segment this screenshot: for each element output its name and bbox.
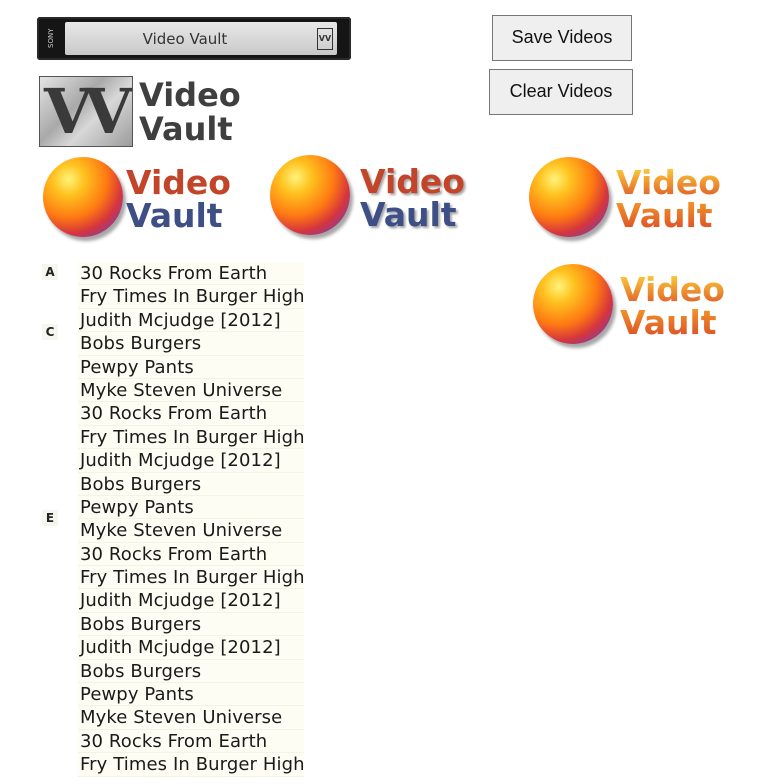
video-list-item[interactable]: Bobs Burgers (78, 472, 304, 496)
sphere-logo-3-word-vault: Vault (616, 196, 713, 235)
video-list-item[interactable]: Pewpy Pants (78, 495, 304, 520)
video-list-item[interactable]: 30 Rocks From Earth (78, 542, 304, 567)
video-list-item[interactable]: Bobs Burgers (78, 332, 304, 356)
sphere-logo-1-word-vault: Vault (126, 196, 223, 235)
sphere-logo-icon (529, 157, 609, 237)
vv-logo-word-video: Video (139, 76, 241, 114)
sphere-logo-3-word-video: Video (616, 163, 721, 202)
index-letter-c[interactable]: C (42, 324, 58, 340)
index-letter-e[interactable]: E (42, 510, 58, 526)
video-list-item[interactable]: Fry Times In Burger High (78, 566, 305, 590)
sphere-logo-4-word-vault: Vault (620, 303, 717, 342)
video-list-item[interactable]: Fry Times In Burger High (78, 425, 305, 450)
video-list-item[interactable]: Myke Steven Universe (78, 519, 304, 543)
video-list-item[interactable]: Myke Steven Universe (78, 706, 304, 730)
video-list-item[interactable]: Judith Mcjudge [2012] (78, 636, 304, 660)
video-list-item[interactable]: 30 Rocks From Earth (78, 262, 304, 286)
vhs-label-text: Video Vault (142, 30, 228, 48)
sphere-logo-4-word-video: Video (620, 270, 725, 309)
video-list-item[interactable]: Myke Steven Universe (78, 378, 304, 403)
vv-mark-text: VV (44, 76, 132, 147)
video-list-item[interactable]: Fry Times In Burger High (78, 285, 305, 309)
index-letter-a[interactable]: A (42, 264, 58, 280)
vhs-tape-logo: SONY Video Vault VV (37, 17, 351, 60)
video-list: 30 Rocks From Earth Fry Times In Burger … (78, 262, 305, 777)
vv-logo-word-vault: Vault (139, 110, 233, 148)
sphere-logo-2-word-vault: Vault (360, 195, 457, 234)
sphere-logo-icon (270, 155, 350, 235)
video-list-item[interactable]: Pewpy Pants (78, 683, 304, 707)
video-list-item[interactable]: Fry Times In Burger High (78, 753, 305, 777)
clear-videos-button[interactable]: Clear Videos (489, 69, 633, 115)
vhs-label: Video Vault VV (65, 22, 337, 55)
video-list-item[interactable]: Judith Mcjudge [2012] (78, 308, 304, 333)
vhs-mini-mark: VV (317, 28, 333, 50)
video-list-item[interactable]: Pewpy Pants (78, 355, 304, 379)
sphere-logo-2-word-video: Video (360, 162, 465, 201)
video-list-item[interactable]: Bobs Burgers (78, 612, 304, 637)
vv-logo-mark: VV (39, 76, 133, 147)
save-videos-button[interactable]: Save Videos (492, 15, 632, 61)
video-list-item[interactable]: 30 Rocks From Earth (78, 729, 304, 754)
vhs-brand-text: SONY (47, 28, 55, 49)
video-list-item[interactable]: Judith Mcjudge [2012] (78, 589, 304, 613)
sphere-logo-1-word-video: Video (126, 163, 231, 202)
sphere-logo-icon (533, 264, 613, 344)
sphere-logo-icon (43, 157, 123, 237)
video-list-item[interactable]: Bobs Burgers (78, 659, 304, 684)
video-list-item[interactable]: Judith Mcjudge [2012] (78, 449, 304, 473)
video-list-item[interactable]: 30 Rocks From Earth (78, 402, 304, 426)
